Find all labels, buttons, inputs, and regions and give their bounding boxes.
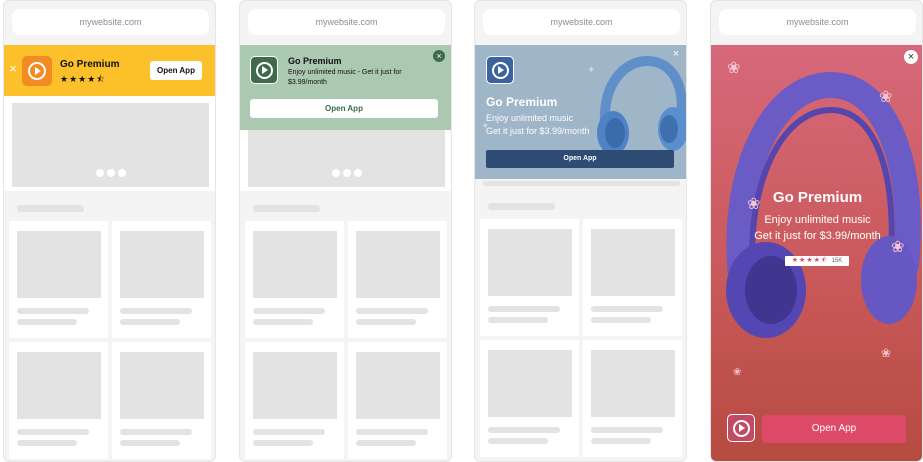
close-icon[interactable]: × <box>433 50 445 62</box>
rating-stars: ★★★★⯪ <box>60 74 106 84</box>
play-icon <box>255 61 273 79</box>
section-heading-placeholder <box>17 205 84 212</box>
phone-mockup-1: mywebsite.com × Go Premium ★★★★⯪ Open Ap… <box>3 0 216 462</box>
play-icon <box>491 61 509 79</box>
carousel-dots[interactable] <box>331 169 362 177</box>
ad-title: Go Premium <box>772 189 863 206</box>
product-card[interactable] <box>112 221 211 338</box>
play-icon <box>732 419 750 437</box>
section-heading-placeholder <box>483 181 680 186</box>
banner-ad-blue[interactable]: ✦ ✦ × Go Premium Enjoy unlimited music G… <box>475 45 686 179</box>
banner-ad-green[interactable]: × Go Premium Enjoy unlimited music - Get… <box>240 45 451 130</box>
url-bar[interactable]: mywebsite.com <box>248 9 445 35</box>
ad-description-line1: Enjoy unlimited music <box>764 214 871 226</box>
butterfly-decoration-icon: ❀ <box>891 239 905 256</box>
product-card[interactable] <box>112 342 211 459</box>
interstitial-ad[interactable]: ❀ ❀ ❀ ❀ ❀ ❀ × Go Premium Enjoy unlimited… <box>711 45 922 461</box>
section-heading-placeholder <box>253 205 320 212</box>
url-bar[interactable]: mywebsite.com <box>483 9 680 35</box>
ad-title: Go Premium <box>288 56 342 66</box>
app-icon <box>727 414 755 442</box>
rating-stars: ★★★★⯪ <box>791 256 829 264</box>
phone-mockup-2: mywebsite.com × Go Premium Enjoy unlimit… <box>239 0 452 462</box>
butterfly-decoration-icon: ✦ <box>587 65 596 76</box>
url-bar[interactable]: mywebsite.com <box>719 9 916 35</box>
banner-ad-yellow[interactable]: × Go Premium ★★★★⯪ Open App <box>4 45 215 96</box>
headphones-image <box>597 55 686 155</box>
hero-image <box>12 96 209 187</box>
ad-description-line2: $3.99/month <box>288 79 327 86</box>
open-app-button[interactable]: Open App <box>486 150 674 168</box>
app-icon <box>22 56 52 86</box>
open-app-button[interactable]: Open App <box>762 415 906 443</box>
open-app-button[interactable]: Open App <box>250 99 438 118</box>
product-card[interactable] <box>480 340 579 457</box>
play-icon <box>28 62 46 80</box>
open-app-button[interactable]: Open App <box>150 61 202 80</box>
app-icon <box>486 56 514 84</box>
close-icon[interactable]: × <box>671 49 681 60</box>
product-card[interactable] <box>480 219 579 336</box>
ad-description-line2: Get it just for $3.99/month <box>486 126 590 136</box>
app-icon <box>250 56 278 84</box>
ad-title: Go Premium <box>60 59 120 70</box>
close-icon[interactable]: × <box>904 50 918 64</box>
ad-description-line1: Enjoy unlimited music <box>486 113 574 123</box>
butterfly-decoration-icon: ❀ <box>879 89 893 106</box>
butterfly-decoration-icon: ❀ <box>881 346 892 360</box>
ad-description-line1: Enjoy unlimited music - Get it just for <box>288 69 402 76</box>
rating-count: 15K <box>831 258 843 264</box>
product-card[interactable] <box>9 221 108 338</box>
carousel-dots[interactable] <box>95 169 126 177</box>
section-heading-placeholder <box>488 203 555 210</box>
ad-title: Go Premium <box>486 95 558 109</box>
close-icon[interactable]: × <box>8 62 18 75</box>
product-card[interactable] <box>348 342 447 459</box>
phone-mockup-3: mywebsite.com ✦ ✦ × Go Premium Enjoy unl… <box>474 0 687 462</box>
product-card[interactable] <box>245 342 344 459</box>
rating-badge: ★★★★⯪ 15K <box>785 256 849 266</box>
phone-mockup-4: mywebsite.com ❀ ❀ ❀ ❀ ❀ ❀ × Go Premium E… <box>710 0 923 462</box>
ad-description-line2: Get it just for $3.99/month <box>754 230 881 242</box>
hero-image <box>248 130 445 187</box>
url-bar[interactable]: mywebsite.com <box>12 9 209 35</box>
product-card[interactable] <box>9 342 108 459</box>
product-card[interactable] <box>583 219 682 336</box>
product-card[interactable] <box>245 221 344 338</box>
butterfly-decoration-icon: ❀ <box>733 367 742 378</box>
product-card[interactable] <box>583 340 682 457</box>
product-card[interactable] <box>348 221 447 338</box>
butterfly-decoration-icon: ❀ <box>727 60 741 77</box>
